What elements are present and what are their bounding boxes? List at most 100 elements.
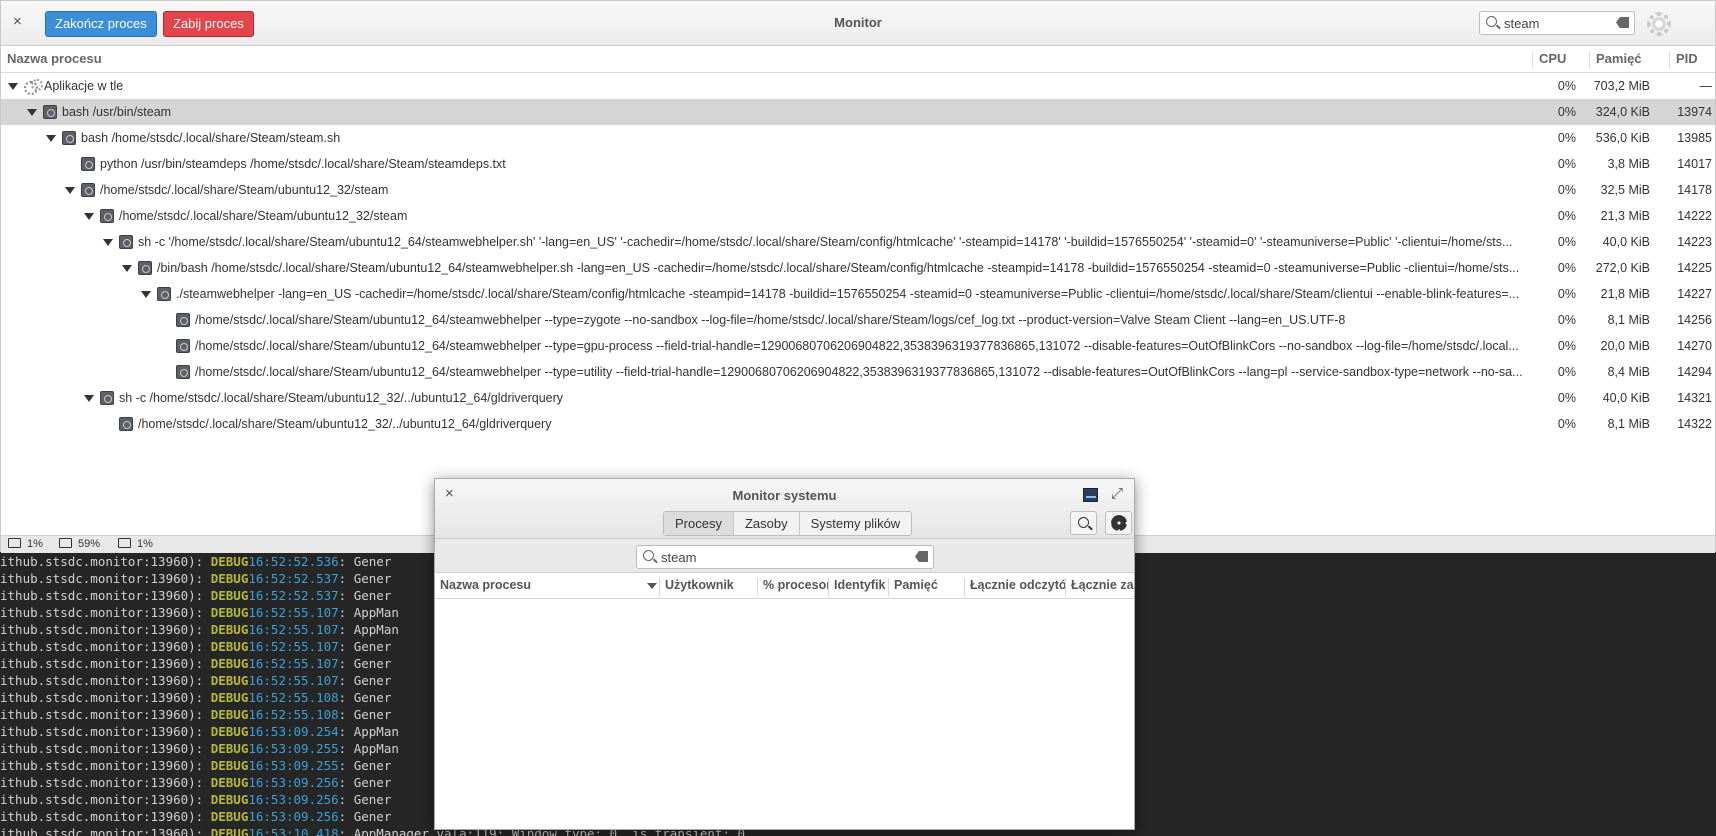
kill-process-button[interactable]: Zabij proces — [163, 11, 254, 37]
process-pid: 14270 — [1677, 339, 1712, 353]
monitor-window: × Zakończ proces Zabij proces Monitor st… — [0, 0, 1716, 553]
column-process-name[interactable]: Nazwa procesu — [435, 578, 660, 596]
cpu-usage: 1% — [27, 538, 43, 550]
log-pre: ithub.stsdc.monitor:13960): — [0, 741, 211, 756]
process-name: bash /usr/bin/steam — [62, 105, 172, 119]
process-memory: 20,0 MiB — [1600, 339, 1650, 353]
process-pid: 14256 — [1677, 313, 1712, 327]
clear-search-icon[interactable] — [915, 551, 928, 562]
process-row[interactable]: /home/stsdc/.local/share/Steam/ubuntu12_… — [1, 307, 1715, 333]
end-process-button[interactable]: Zakończ proces — [45, 11, 157, 37]
log-ts: 16:53:09.256 — [248, 809, 339, 824]
log-pre: ithub.stsdc.monitor:13960): — [0, 554, 211, 569]
process-cpu: 0% — [1557, 209, 1576, 223]
expand-arrow-icon[interactable] — [65, 186, 75, 194]
process-icon — [81, 183, 95, 197]
process-icon — [176, 365, 190, 379]
log-ts: 16:52:55.107 — [248, 656, 339, 671]
process-row[interactable]: bash /home/stsdc/.local/share/Steam/stea… — [1, 125, 1715, 151]
log-pre: ithub.stsdc.monitor:13960): — [0, 622, 211, 637]
cpu-icon — [8, 538, 21, 548]
log-ts: 16:53:09.256 — [248, 775, 339, 790]
expand-arrow-icon[interactable] — [141, 290, 151, 298]
search-icon — [643, 550, 654, 561]
log-pre: ithub.stsdc.monitor:13960): — [0, 775, 211, 790]
log-post: : AppMan — [338, 605, 399, 620]
process-cpu: 0% — [1557, 157, 1576, 171]
log-post: : Gener — [338, 758, 392, 773]
dialog-close-icon[interactable]: × — [445, 485, 454, 502]
expand-arrow-icon[interactable] — [46, 134, 56, 142]
process-row[interactable]: /home/stsdc/.local/share/Steam/ubuntu12_… — [1, 411, 1715, 437]
column-cpu-percent[interactable]: % procesor — [758, 578, 829, 596]
process-row[interactable]: /home/stsdc/.local/share/Steam/ubuntu12_… — [1, 203, 1715, 229]
process-name-cell: sh -c '/home/stsdc/.local/share/Steam/ub… — [1, 229, 1531, 255]
process-row[interactable]: ./steamwebhelper -lang=en_US -cachedir=/… — [1, 281, 1715, 307]
expand-arrow-icon[interactable] — [84, 394, 94, 402]
column-user[interactable]: Użytkownik — [660, 578, 758, 596]
expand-arrow-icon[interactable] — [84, 212, 94, 220]
tab-procesy[interactable]: Procesy — [664, 512, 734, 535]
process-row[interactable]: sh -c '/home/stsdc/.local/share/Steam/ub… — [1, 229, 1715, 255]
column-total-read[interactable]: Łącznie odczytó — [965, 578, 1066, 596]
expand-arrow-icon[interactable] — [8, 82, 18, 90]
dialog-title: Monitor systemu — [732, 488, 837, 503]
memory-usage: 59% — [78, 538, 101, 550]
process-name: /home/stsdc/.local/share/Steam/ubuntu12_… — [195, 365, 1523, 379]
expand-arrow-icon[interactable] — [27, 108, 37, 116]
process-cpu: 0% — [1557, 131, 1576, 145]
tab-zasoby[interactable]: Zasoby — [734, 512, 800, 535]
log-lvl: DEBUG — [210, 775, 249, 790]
process-memory: 3,8 MiB — [1607, 157, 1650, 171]
column-memory[interactable]: Pamięć — [1589, 51, 1669, 69]
settings-gear-icon[interactable] — [1647, 12, 1671, 36]
log-ts: 16:53:10.418 — [248, 826, 339, 836]
column-id[interactable]: Identyfik — [829, 578, 889, 596]
log-lvl: DEBUG — [210, 792, 249, 807]
process-row[interactable]: /home/stsdc/.local/share/Steam/ubuntu12_… — [1, 359, 1715, 385]
search-input[interactable]: steam — [1479, 11, 1635, 35]
swap-icon — [118, 538, 131, 548]
process-memory: 324,0 KiB — [1595, 105, 1650, 119]
log-pre: ithub.stsdc.monitor:13960): — [0, 758, 211, 773]
log-pre: ithub.stsdc.monitor:13960): — [0, 690, 211, 705]
close-icon[interactable]: × — [13, 13, 22, 30]
log-ts: 16:53:09.255 — [248, 741, 339, 756]
tab-systemy-plikow[interactable]: Systemy plików — [800, 512, 912, 535]
process-pid: 14227 — [1677, 287, 1712, 301]
process-icon — [100, 209, 114, 223]
process-pid: 14178 — [1677, 183, 1712, 197]
expand-arrow-icon[interactable] — [122, 264, 132, 272]
process-row[interactable]: sh -c /home/stsdc/.local/share/Steam/ubu… — [1, 385, 1715, 411]
log-post: : AppMan — [338, 741, 399, 756]
maximize-icon[interactable]: ⤢ — [1111, 485, 1123, 502]
column-cpu[interactable]: CPU — [1532, 51, 1589, 69]
process-row[interactable]: /home/stsdc/.local/share/Steam/ubuntu12_… — [1, 177, 1715, 203]
process-name-cell: /home/stsdc/.local/share/Steam/ubuntu12_… — [1, 307, 1531, 333]
process-row[interactable]: Aplikacje w tle 0% 703,2 MiB — — [1, 73, 1715, 99]
clear-search-icon[interactable] — [1616, 17, 1629, 28]
log-post: : Gener — [338, 656, 392, 671]
search-toggle-button[interactable] — [1070, 511, 1097, 535]
log-pre: ithub.stsdc.monitor:13960): — [0, 724, 211, 739]
process-cpu: 0% — [1557, 105, 1576, 119]
expand-arrow-icon[interactable] — [103, 238, 113, 246]
process-row[interactable]: /home/stsdc/.local/share/Steam/ubuntu12_… — [1, 333, 1715, 359]
log-lvl: DEBUG — [210, 656, 249, 671]
log-pre: ithub.stsdc.monitor:13960): — [0, 571, 211, 586]
process-memory: 8,4 MiB — [1607, 365, 1650, 379]
dialog-search-input[interactable]: steam — [636, 545, 934, 569]
column-pid[interactable]: PID — [1669, 51, 1716, 69]
log-ts: 16:52:55.108 — [248, 690, 339, 705]
column-total-written[interactable]: Łącznie za — [1066, 578, 1136, 596]
process-row[interactable]: /bin/bash /home/stsdc/.local/share/Steam… — [1, 255, 1715, 281]
log-lvl: DEBUG — [210, 826, 249, 836]
column-memory[interactable]: Pamięć — [889, 578, 965, 596]
process-row[interactable]: bash /usr/bin/steam 0% 324,0 KiB 13974 — [1, 99, 1715, 125]
view-switcher: Procesy Zasoby Systemy plików — [663, 511, 913, 536]
log-pre: ithub.stsdc.monitor:13960): — [0, 588, 211, 603]
column-process-name-label: Nazwa procesu — [440, 578, 532, 592]
process-row[interactable]: python /usr/bin/steamdeps /home/stsdc/.l… — [1, 151, 1715, 177]
column-name[interactable]: Nazwa procesu — [1, 51, 1532, 69]
preferences-button[interactable] — [1105, 511, 1132, 535]
